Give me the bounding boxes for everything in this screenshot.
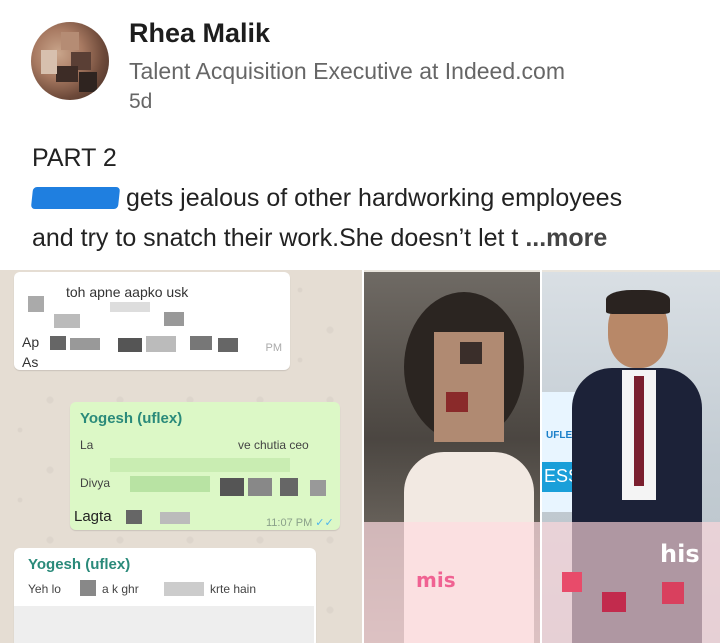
overlay-text: his (660, 540, 700, 568)
author-avatar[interactable] (31, 22, 109, 100)
pixelated-blur (14, 606, 314, 643)
pixelated-blur (220, 478, 244, 496)
author-headline: Talent Acquisition Executive at Indeed.c… (129, 58, 565, 84)
chat-sender-name: Yogesh (uflex) (80, 410, 183, 427)
pixelated-blur (130, 476, 210, 492)
chat-sender-name: Yogesh (uflex) (28, 556, 131, 573)
pixelated-blur (110, 458, 290, 472)
pixelated-blur (310, 480, 326, 496)
redacted-name-mark (30, 187, 121, 209)
pixelated-blur (218, 338, 238, 352)
hair-shape (606, 290, 670, 314)
pixelated-blur (146, 336, 176, 352)
chat-timestamp: 11:07 PM ✓✓ (266, 516, 334, 529)
chat-time-text: 11:07 PM (266, 517, 313, 529)
pixel-block (602, 592, 626, 612)
post-header: Rhea Malik Talent Acquisition Executive … (0, 0, 720, 130)
pixelated-blur (118, 338, 142, 352)
post-title: PART 2 (32, 144, 117, 172)
see-more-link[interactable]: ...more (525, 224, 607, 252)
author-name[interactable]: Rhea Malik (129, 18, 270, 49)
chat-text: a k ghr (102, 582, 139, 596)
pixelated-blur (190, 336, 212, 350)
pixelated-blur (164, 312, 184, 326)
post-timestamp: 5d (129, 90, 153, 113)
chat-text: Lagta (74, 508, 112, 525)
pixel-block (460, 342, 482, 364)
pixelated-blur (70, 338, 100, 350)
pixel-block (662, 582, 684, 604)
pixelated-blur (164, 582, 204, 596)
post-image[interactable]: toh apne aapko usk Ap As PM Yogesh (ufle… (0, 270, 720, 643)
tie-shape (634, 376, 644, 486)
chat-bubble-incoming: toh apne aapko usk Ap As PM (14, 272, 290, 370)
pixelated-blur (54, 314, 80, 328)
post-line-2: and try to snatch their work.She doesn’t… (32, 218, 692, 258)
pixelated-blur (280, 478, 298, 496)
chat-text: Ap (22, 334, 40, 350)
pixelated-blur (28, 296, 44, 312)
read-receipt-icon: ✓✓ (315, 517, 334, 529)
post-line-1: gets jealous of other hardworking employ… (30, 178, 692, 218)
pixelated-blur (126, 510, 142, 524)
chat-screenshot: toh apne aapko usk Ap As PM Yogesh (ufle… (0, 270, 362, 643)
pixel-block (446, 392, 468, 412)
pixelated-blur (160, 512, 190, 524)
post-line-2-text: and try to snatch their work.She doesn’t… (32, 224, 519, 252)
chat-text: Divya (80, 476, 111, 490)
pixelated-blur (110, 302, 150, 312)
chat-text: As (22, 354, 39, 370)
chat-text: toh apne aapko usk (66, 284, 189, 300)
chat-bubble-incoming: Yogesh (uflex) Yeh lo a k ghr krte hain (14, 548, 316, 643)
blurred-woman-photo: mis (364, 272, 540, 643)
pixelated-blur (248, 478, 272, 496)
chat-timestamp: PM (265, 342, 283, 354)
chat-text: Yeh lo (28, 582, 61, 596)
chat-text: krte hain (210, 582, 257, 596)
pixelated-blur (80, 580, 96, 596)
chat-bubble-outgoing: Yogesh (uflex) La ve chutia ceo Divya La… (70, 402, 340, 530)
man-in-suit-photo: UFLEX ESS his (542, 272, 720, 643)
post-text: PART 2 gets jealous of other hardworking… (30, 138, 692, 258)
chat-text: ve chutia ceo (238, 438, 309, 452)
overlay-text: mis (416, 568, 456, 592)
post-line-1-text: gets jealous of other hardworking employ… (125, 184, 623, 212)
pixelated-blur (50, 336, 66, 350)
pixel-block (562, 572, 582, 592)
chat-text: La (80, 438, 94, 452)
